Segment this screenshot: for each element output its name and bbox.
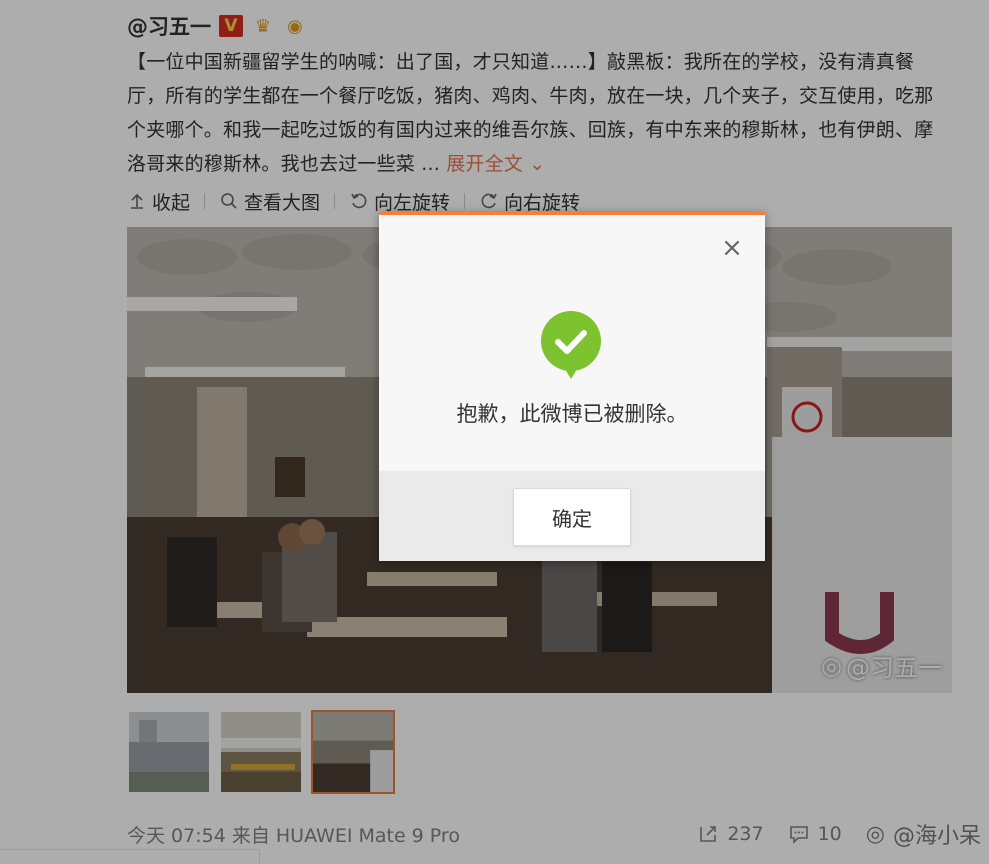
deleted-post-dialog: × 抱歉，此微博已被删除。 确定 xyxy=(379,212,765,561)
dialog-message: 抱歉，此微博已被删除。 xyxy=(456,402,688,426)
confirm-button[interactable]: 确定 xyxy=(513,488,631,546)
close-icon[interactable]: × xyxy=(721,235,743,261)
success-check-icon xyxy=(541,311,601,379)
dialog-footer: 确定 xyxy=(379,471,765,561)
